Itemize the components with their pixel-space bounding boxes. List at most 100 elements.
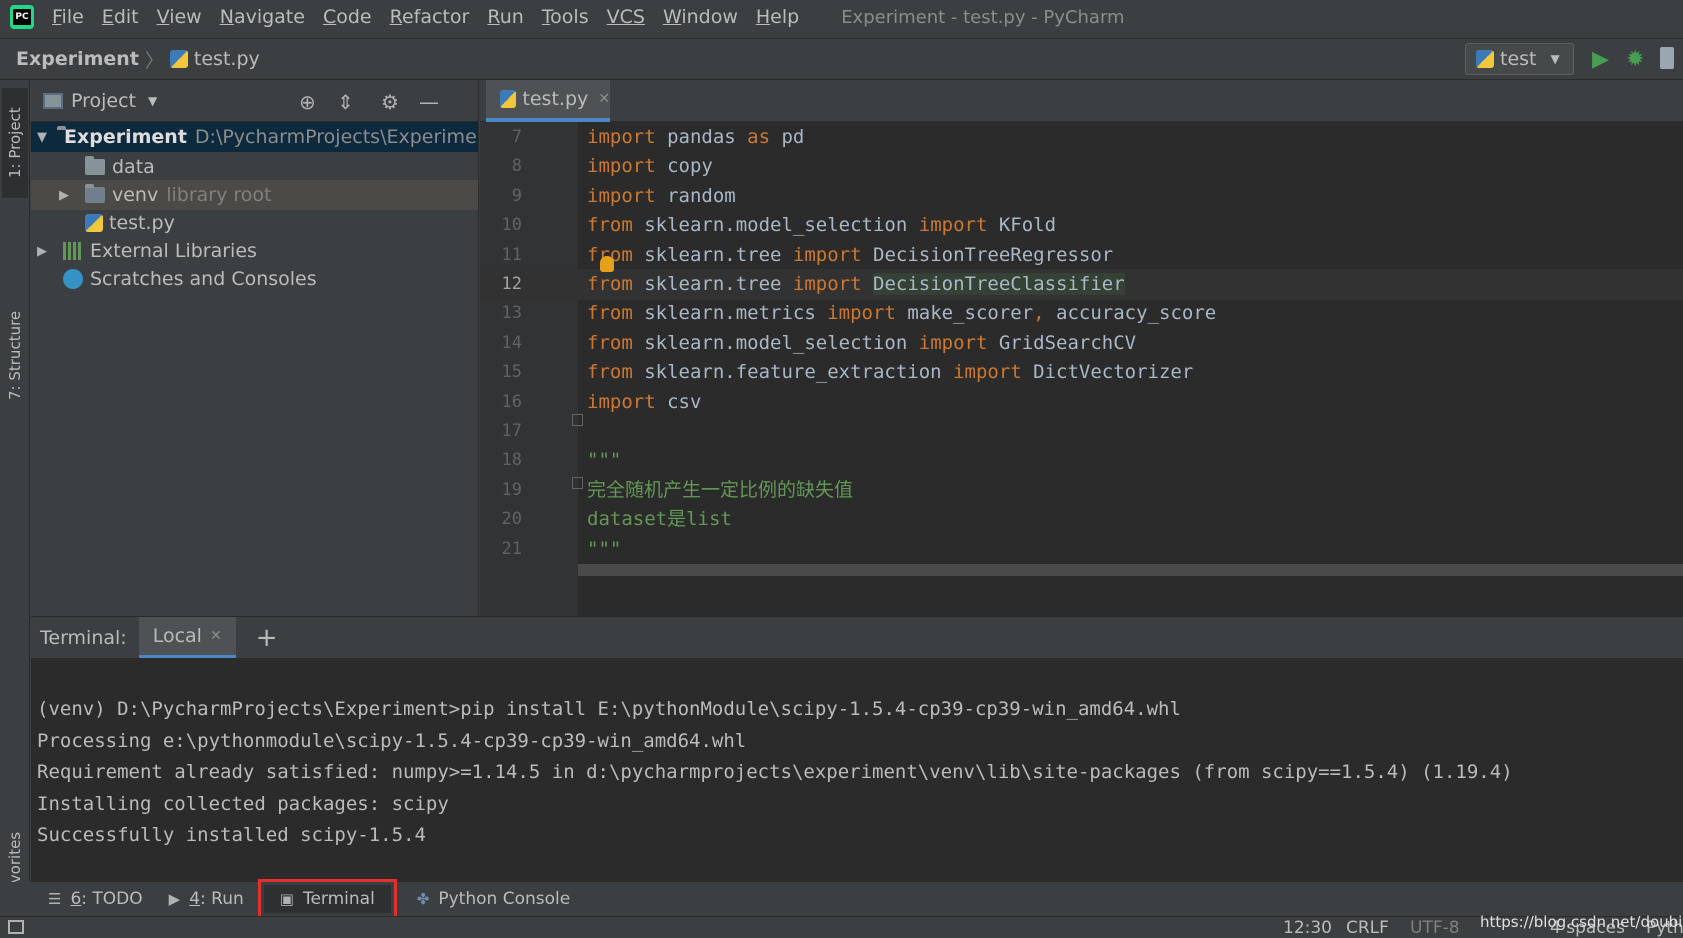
menu-refactor-accel: R <box>389 6 402 28</box>
window-title: Experiment - test.py - PyCharm <box>841 6 1125 28</box>
menu-edit-accel: E <box>101 6 114 28</box>
menu-code-label: ode <box>336 6 372 28</box>
code-token: random <box>655 184 736 207</box>
code-token: import <box>953 361 1022 384</box>
line-number: 11 <box>501 244 522 265</box>
line-separator[interactable]: CRLF <box>1346 917 1389 938</box>
menu-help-label: elp <box>770 6 800 28</box>
code-token: , <box>1033 302 1045 325</box>
menu-tools-accel: T <box>541 6 551 28</box>
horizontal-scrollbar[interactable] <box>578 564 1683 576</box>
breadcrumb-file-label: test.py <box>193 48 260 70</box>
menu-file-accel: F <box>52 6 62 28</box>
tree-item-data[interactable]: data <box>31 152 478 182</box>
expanded-arrow-icon[interactable]: ▼ <box>37 130 47 145</box>
tree-item-test-py[interactable]: test.py <box>31 208 478 238</box>
new-terminal-plus-icon[interactable]: + <box>256 623 278 653</box>
coverage-icon[interactable] <box>1660 47 1674 69</box>
menu-run-label: un <box>499 6 524 28</box>
gear-icon[interactable]: ⚙ <box>381 90 399 114</box>
python-file-icon <box>500 90 517 108</box>
run-icon[interactable]: ▶ <box>1592 47 1609 72</box>
menu-window[interactable]: Window <box>663 6 738 28</box>
menu-code[interactable]: Code <box>323 6 372 28</box>
tool-button-run[interactable]: ▶ 4: Run <box>169 889 244 909</box>
line-number: 16 <box>501 391 522 412</box>
menu-help-accel: H <box>755 6 771 28</box>
pycharm-logo-icon <box>10 5 34 29</box>
code-line: 20 dataset是list <box>480 504 1683 535</box>
caret-position[interactable]: 12:30 <box>1283 917 1332 938</box>
menu-file[interactable]: File <box>52 6 84 28</box>
code-text: from sklearn.tree import DecisionTreeReg… <box>587 240 1113 271</box>
lightbulb-icon[interactable] <box>600 256 614 272</box>
tree-item-scratches[interactable]: Scratches and Consoles <box>31 264 478 294</box>
menu-refactor[interactable]: Refactor <box>390 6 470 28</box>
tool-tab-structure[interactable]: 7: Structure <box>2 300 28 410</box>
breadcrumb-file[interactable]: test.py <box>169 48 260 70</box>
line-number: 12 <box>501 274 522 294</box>
collapsed-arrow-icon[interactable]: ▶ <box>37 244 53 259</box>
play-icon: ▶ <box>168 890 181 908</box>
code-token: DecisionTreeRegressor <box>861 243 1114 266</box>
hide-panel-icon[interactable]: — <box>419 90 439 114</box>
collapsed-arrow-icon[interactable]: ▶ <box>59 188 75 203</box>
menu-run[interactable]: Run <box>487 6 523 28</box>
line-number: 15 <box>501 362 522 383</box>
code-text: 完全随机产生一定比例的缺失值 <box>587 475 853 506</box>
tool-tab-project[interactable]: 1: Project <box>2 88 28 198</box>
tool-button-terminal[interactable]: ▣ Terminal <box>257 879 397 919</box>
tree-item-external-libraries[interactable]: ▶ External Libraries <box>31 236 478 266</box>
terminal-tab-local[interactable]: Local ✕ <box>138 616 236 659</box>
editor-tab-test-py[interactable]: test.py ✕ <box>486 80 610 122</box>
chevron-down-icon[interactable]: ▼ <box>148 94 157 108</box>
editor-tab-bar: test.py ✕ <box>480 80 1683 122</box>
menu-navigate[interactable]: Navigate <box>220 6 305 28</box>
code-token: DictVectorizer <box>1021 361 1194 384</box>
tool-button-python-console[interactable]: ✤ Python Console <box>417 889 570 909</box>
menu-view[interactable]: View <box>157 6 202 28</box>
close-icon[interactable]: ✕ <box>210 628 222 644</box>
fold-marker-icon[interactable] <box>572 477 583 489</box>
menu-vcs-accel: VCS <box>606 6 645 28</box>
code-token: import <box>587 126 656 148</box>
menu-help[interactable]: Help <box>756 6 799 28</box>
project-view-title[interactable]: Project <box>71 90 136 112</box>
run-configuration-select[interactable]: test ▼ <box>1465 43 1574 75</box>
code-token: sklearn.model_selection <box>632 331 919 354</box>
tree-item-venv[interactable]: ▶ venv library root <box>31 180 478 210</box>
file-encoding[interactable]: UTF-8 <box>1410 917 1460 938</box>
code-token: import <box>918 214 988 237</box>
toggle-tool-windows-icon[interactable] <box>8 920 24 934</box>
code-token: from <box>587 331 633 354</box>
tree-item-label: test.py <box>109 212 175 234</box>
code-editor[interactable]: 7 import pandas as pd 8 import copy 9 import … <box>480 122 1683 616</box>
collapse-all-icon[interactable]: ⇕ <box>337 90 354 114</box>
tree-item-note: library root <box>166 184 272 206</box>
menu-vcs[interactable]: VCS <box>607 6 645 28</box>
terminal-line: Successfully installed scipy-1.5.4 <box>37 824 426 846</box>
project-view-icon <box>43 92 63 109</box>
menu-navigate-label: avigate <box>233 6 305 28</box>
terminal-title: Terminal: <box>40 626 127 649</box>
code-token: import <box>827 302 896 325</box>
terminal-output[interactable]: (venv) D:\PycharmProjects\Experiment>pip… <box>31 658 1683 882</box>
tool-button-todo[interactable]: ☰ 6: TODO <box>48 889 143 909</box>
tree-item-experiment[interactable]: ▼ Experiment D:\PycharmProjects\Experime… <box>31 122 478 152</box>
close-icon[interactable]: ✕ <box>598 91 610 107</box>
menu-tools[interactable]: Tools <box>542 6 589 28</box>
debug-bug-icon[interactable]: ✹ <box>1626 47 1644 72</box>
fold-marker-icon[interactable] <box>572 414 583 426</box>
code-token: csv <box>655 390 702 413</box>
menu-window-accel: W <box>662 6 682 28</box>
code-token: import <box>587 390 656 413</box>
status-bar: 12:30 CRLF UTF-8 4 spaces Pyth https://b… <box>0 913 1683 938</box>
line-number: 14 <box>501 332 522 353</box>
tool-button-python-console-label: Python Console <box>438 889 571 909</box>
breadcrumb-project[interactable]: Experiment <box>16 48 139 70</box>
code-text: import pandas as pd <box>587 122 804 153</box>
code-token: from <box>587 361 633 384</box>
menu-edit[interactable]: Edit <box>102 6 139 28</box>
locate-target-icon[interactable]: ⊕ <box>299 90 316 114</box>
